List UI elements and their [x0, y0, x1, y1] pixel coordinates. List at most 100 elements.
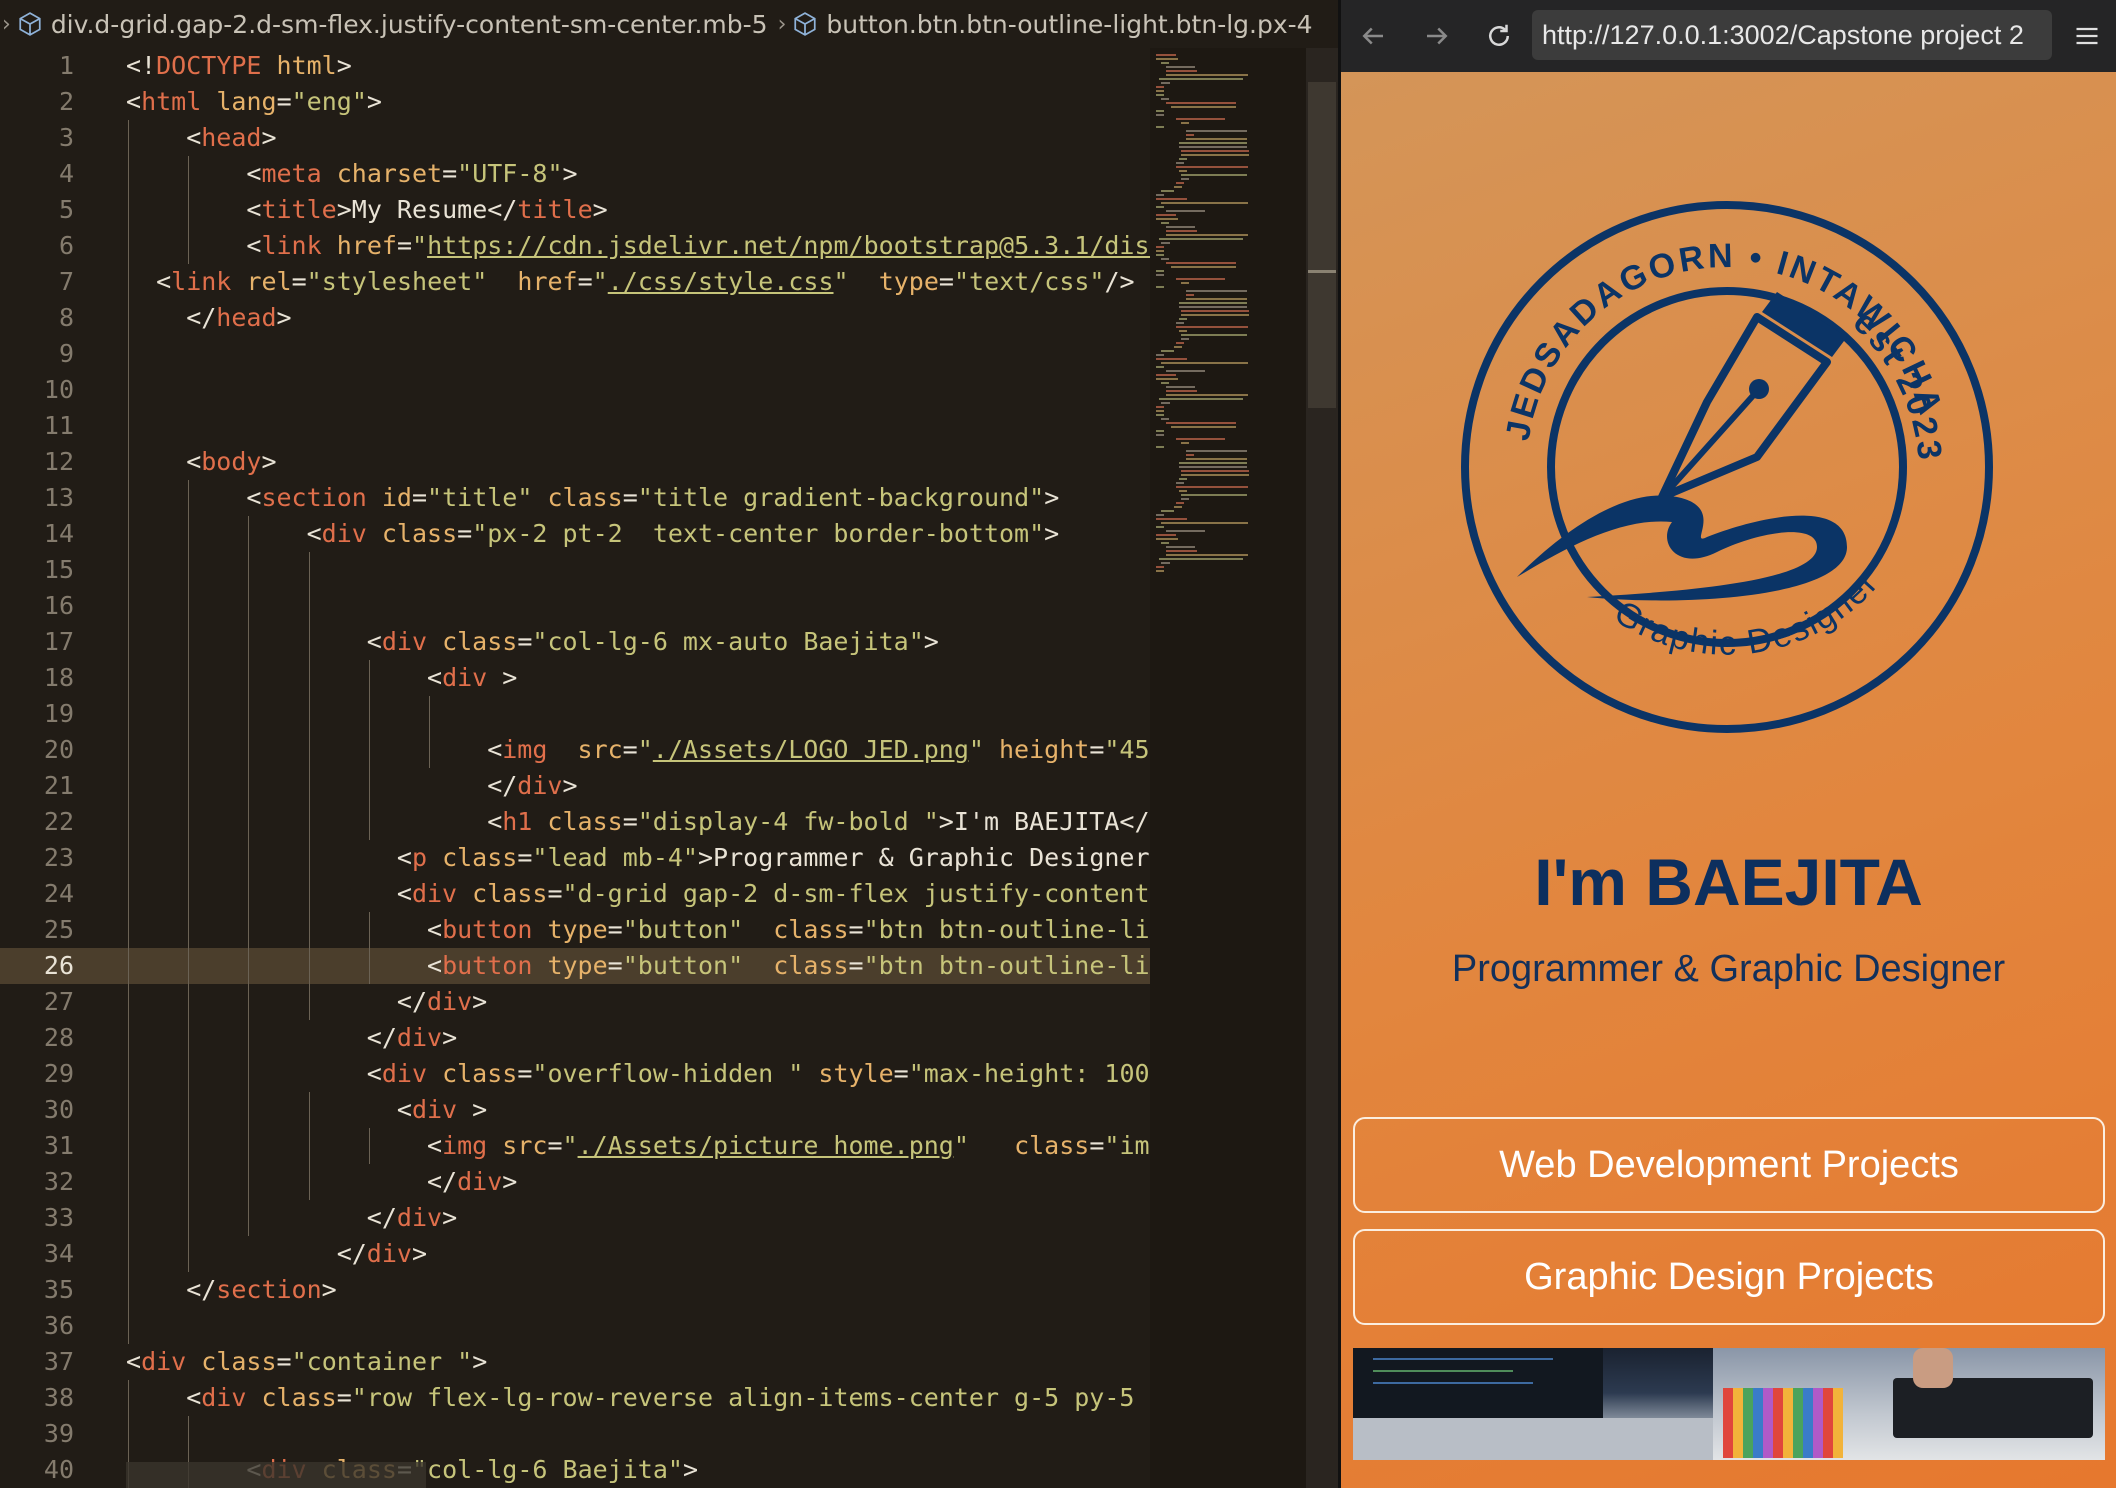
- code-token: head: [216, 303, 277, 332]
- minimap-line: [1178, 170, 1187, 172]
- code-line[interactable]: 11: [0, 408, 1150, 444]
- code-token: =: [411, 483, 428, 512]
- code-line[interactable]: 29 <div class="overflow-hidden " style="m…: [0, 1056, 1195, 1092]
- minimap-line: [1178, 490, 1187, 492]
- code-line[interactable]: 27 </div>: [0, 984, 1150, 1020]
- code-token: =: [276, 87, 292, 116]
- code-line[interactable]: 39: [0, 1416, 1150, 1452]
- designer-desk-photo: [1713, 1348, 2105, 1460]
- code-line[interactable]: 35 </section>: [0, 1272, 1150, 1308]
- code-line[interactable]: 10: [0, 372, 1150, 408]
- minimap-line: [1173, 346, 1182, 348]
- code-line[interactable]: 12 <body>: [0, 444, 1150, 480]
- code-line[interactable]: 21 </div>: [0, 768, 1150, 804]
- code-token: =: [622, 735, 638, 764]
- code-line[interactable]: 18 <div >: [0, 660, 1150, 696]
- code-line[interactable]: 2 <html lang="eng">: [0, 84, 1150, 120]
- minimap-line: [1156, 358, 1188, 360]
- logo-image: JEDSADAGORN • INTAWICHA est 2023 Graphic…: [1461, 201, 1993, 733]
- code-token: "col-lg-6 mx-auto Baejita": [532, 627, 924, 656]
- code-line[interactable]: 5 <title>My Resume</title>: [0, 192, 1150, 228]
- code-line[interactable]: 9: [0, 336, 1150, 372]
- code-line[interactable]: 24 <div class="d-grid gap-2 d-sm-flex jus…: [0, 876, 1195, 912]
- indent-guide: [128, 588, 129, 624]
- code-token: =: [517, 1059, 533, 1088]
- code-line[interactable]: 36: [0, 1308, 1150, 1344]
- line-number: 35: [43, 1275, 74, 1304]
- code-token: =: [547, 879, 563, 908]
- code-line[interactable]: 32 </div>: [0, 1164, 1150, 1200]
- code-line[interactable]: 38 <div class="row flex-lg-row-reverse al…: [0, 1380, 1195, 1416]
- code-text: <div class="container ">: [126, 1344, 487, 1380]
- line-number: 4: [58, 159, 74, 188]
- code-token: <: [306, 519, 322, 548]
- code-line[interactable]: 33 </div>: [0, 1200, 1150, 1236]
- code-line[interactable]: 4 <meta charset="UTF-8">: [0, 156, 1150, 192]
- code-line[interactable]: 25 <button type="button" class="btn btn-o…: [0, 912, 1195, 948]
- code-area[interactable]: 1 <!DOCTYPE html> 2 <html lang="eng"> 3 <head…: [0, 48, 1195, 1488]
- minimap-line: [1156, 274, 1164, 276]
- code-editor[interactable]: › div.d-grid.gap-2.d-sm-flex.justify-con…: [0, 0, 1338, 1488]
- indent-guide: [188, 660, 190, 696]
- line-number: 18: [43, 663, 74, 692]
- code-line[interactable]: 7 <link rel="stylesheet" href="./css/styl…: [0, 264, 1150, 300]
- indent-guide: [248, 516, 250, 552]
- code-token: "title": [427, 483, 533, 512]
- minimap-line: [1186, 454, 1194, 456]
- code-line[interactable]: 3 <head>: [0, 120, 1150, 156]
- code-line[interactable]: 28 </div>: [0, 1020, 1150, 1056]
- page-lead-text: Programmer & Graphic Designer: [1451, 948, 2006, 990]
- breadcrumb-item[interactable]: div.d-grid.gap-2.d-sm-flex.justify-conte…: [17, 10, 768, 39]
- breadcrumb-item[interactable]: button.btn.btn-outline-light.btn-lg.px-4: [792, 10, 1313, 39]
- code-line[interactable]: 15: [0, 552, 1150, 588]
- minimap[interactable]: [1150, 48, 1306, 1488]
- indent-guide: [248, 552, 250, 588]
- web-development-projects-button[interactable]: Web Development Projects: [1353, 1117, 2105, 1213]
- forward-button[interactable]: [1415, 14, 1459, 58]
- code-text: </div>: [337, 1236, 427, 1272]
- minimap-line: [1166, 554, 1248, 556]
- menu-button[interactable]: [2065, 14, 2109, 58]
- code-line[interactable]: 26 <button type="button" class="btn btn-o…: [0, 948, 1195, 984]
- minimap-line: [1161, 222, 1169, 224]
- code-token: =: [577, 267, 593, 296]
- code-token: ": [637, 735, 653, 764]
- code-token: "button": [622, 951, 744, 980]
- vertical-scrollbar-thumb[interactable]: [1308, 82, 1336, 408]
- graphic-design-projects-button[interactable]: Graphic Design Projects: [1353, 1229, 2105, 1325]
- code-line[interactable]: 23 <p class="lead mb-4">Programmer & Grap…: [0, 840, 1195, 876]
- url-bar[interactable]: http://127.0.0.1:3002/Capstone project 2: [1532, 10, 2052, 60]
- code-line[interactable]: 19: [0, 696, 1150, 732]
- code-line[interactable]: 13 <section id="title" class="title gradi…: [0, 480, 1150, 516]
- code-line[interactable]: 1 <!DOCTYPE html>: [0, 48, 1150, 84]
- code-line[interactable]: 20 <img src="./Assets/LOGO JED.png" heigh…: [0, 732, 1195, 768]
- page-viewport[interactable]: JEDSADAGORN • INTAWICHA est 2023 Graphic…: [1341, 72, 2116, 1488]
- code-token: div: [411, 1095, 458, 1124]
- code-line[interactable]: 31 <img src="./Assets/picture home.png" c…: [0, 1128, 1195, 1164]
- indent-guide: [368, 912, 370, 948]
- code-line[interactable]: 6 <link href="https://cdn.jsdelivr.net/np…: [0, 228, 1195, 264]
- code-line[interactable]: 34 </div>: [0, 1236, 1150, 1272]
- minimap-line: [1156, 254, 1164, 256]
- code-line[interactable]: 14 <div class="px-2 pt-2 text-center bord…: [0, 516, 1150, 552]
- minimap-line: [1161, 82, 1171, 84]
- code-token: >: [697, 843, 714, 872]
- code-line[interactable]: 16: [0, 588, 1150, 624]
- code-token: class: [381, 519, 458, 548]
- horizontal-scrollbar-thumb[interactable]: [126, 1462, 426, 1488]
- minimap-line: [1181, 442, 1189, 444]
- code-line[interactable]: 37 <div class="container ">: [0, 1344, 1150, 1380]
- code-token: div: [427, 987, 473, 1016]
- back-button[interactable]: [1351, 14, 1395, 58]
- code-token: div: [396, 1203, 443, 1232]
- code-line[interactable]: 8 </head>: [0, 300, 1150, 336]
- reload-button[interactable]: [1477, 14, 1521, 58]
- code-line[interactable]: 22 <h1 class="display-4 fw-bold ">I'm BAE…: [0, 804, 1195, 840]
- indent-guide: [128, 516, 129, 552]
- code-token: >: [442, 1023, 458, 1052]
- code-line[interactable]: 30 <div >: [0, 1092, 1150, 1128]
- code-line[interactable]: 17 <div class="col-lg-6 mx-auto Baejita">: [0, 624, 1150, 660]
- indent-guide: [188, 876, 190, 912]
